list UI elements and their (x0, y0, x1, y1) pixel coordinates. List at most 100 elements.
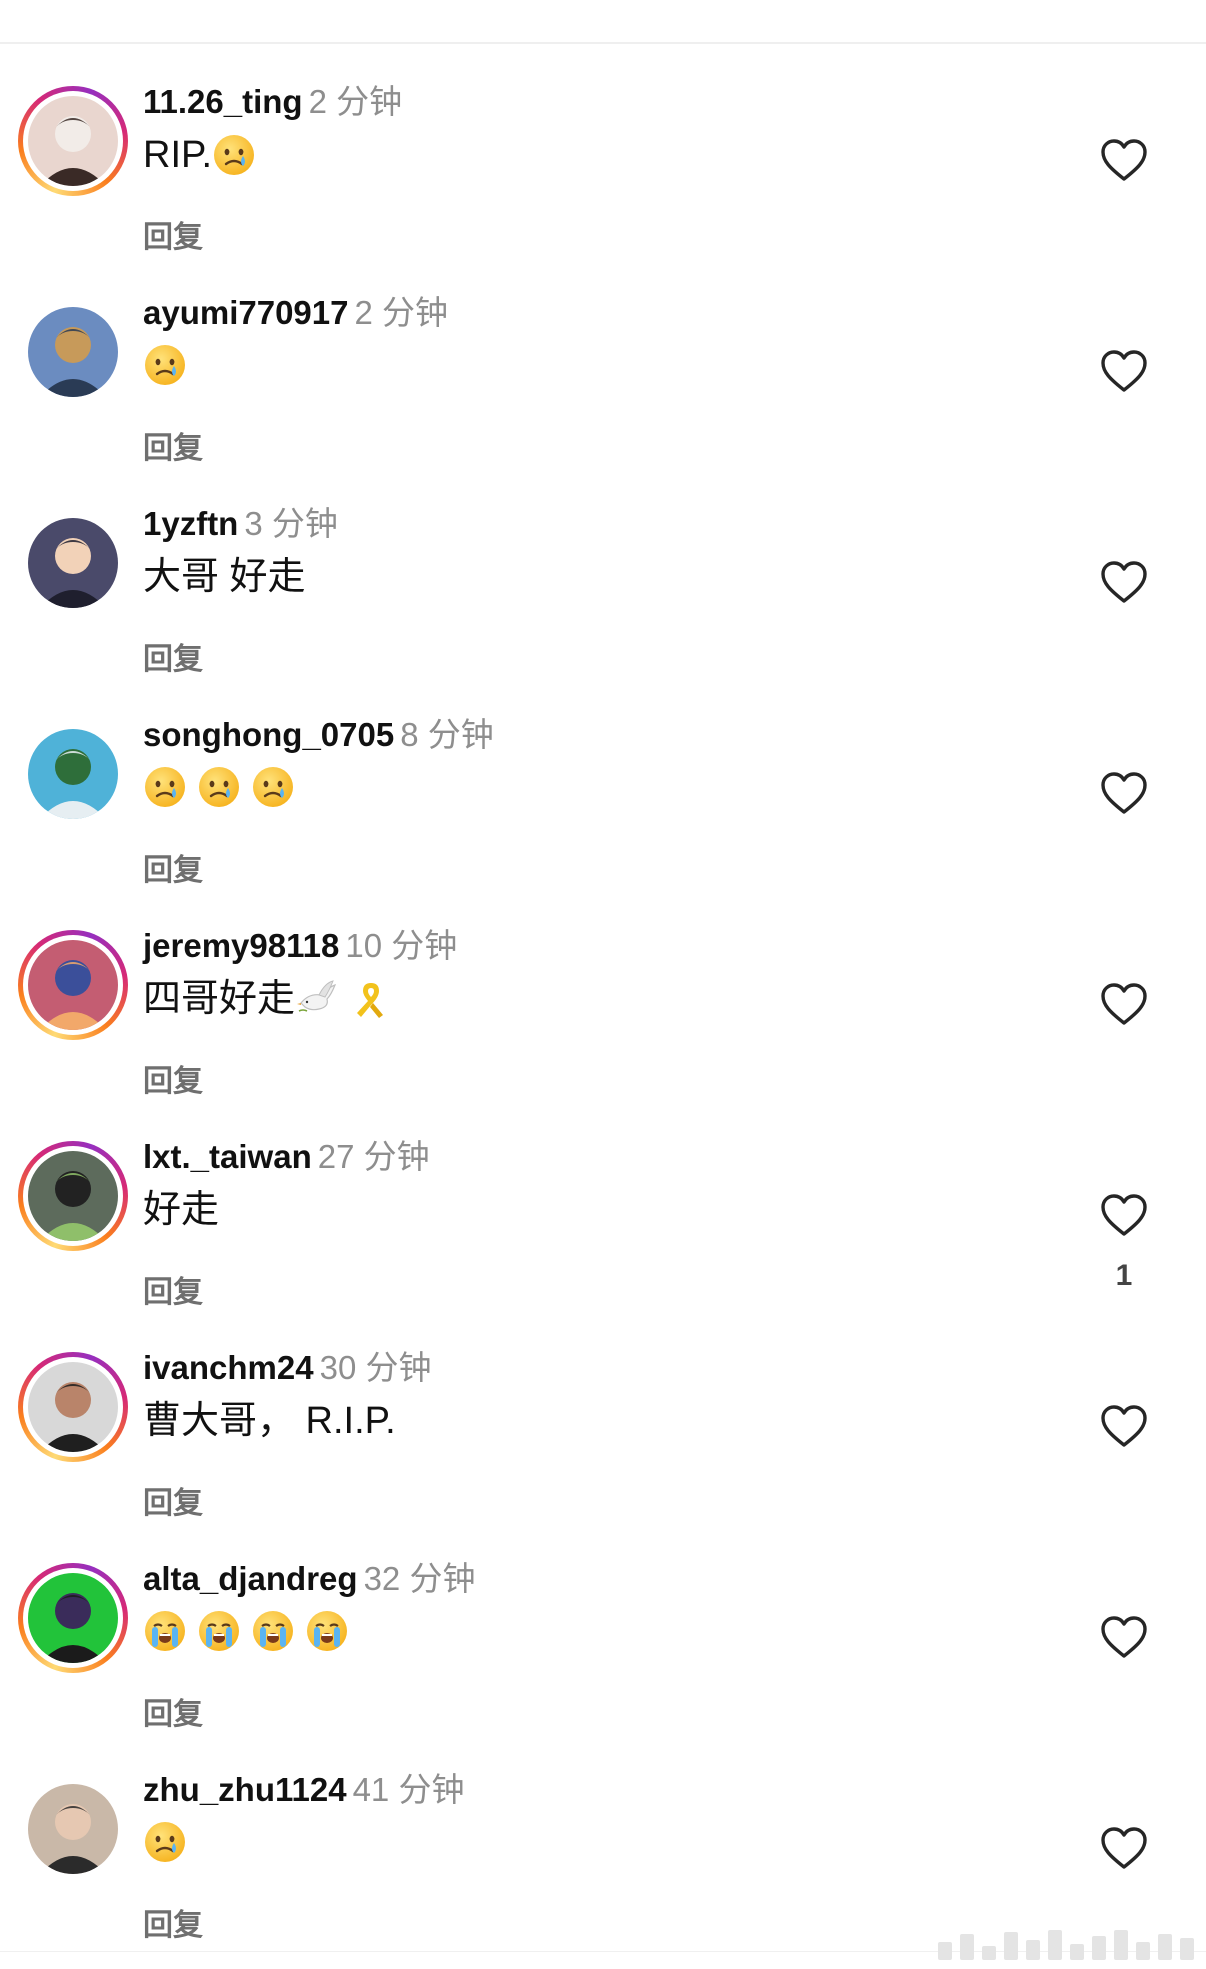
comment-text (143, 765, 494, 809)
comment-list: 11.26_ting 2 分钟 RIP. 回复 ayumi770917 2 分钟 回复 1yz… (0, 70, 1206, 1969)
like-area (1100, 1404, 1148, 1448)
username[interactable]: zhu_zhu1124 (143, 1771, 347, 1808)
avatar[interactable] (28, 1784, 118, 1874)
crying-emoji-icon (197, 765, 241, 809)
avatar-wrap[interactable] (18, 719, 128, 829)
like-area (1100, 349, 1148, 393)
loudly-crying-emoji-icon (143, 1609, 187, 1653)
username[interactable]: lxt._taiwan (143, 1138, 312, 1175)
crying-emoji-icon (251, 765, 295, 809)
comment-text (143, 343, 448, 387)
reply-button[interactable]: 回复 (143, 431, 203, 467)
avatar-wrap[interactable] (18, 508, 128, 618)
timestamp: 41 分钟 (352, 1771, 465, 1808)
username[interactable]: alta_djandreg (143, 1560, 358, 1597)
crying-emoji-icon (143, 765, 187, 809)
timestamp: 10 分钟 (345, 927, 458, 964)
heart-icon[interactable] (1100, 349, 1148, 393)
comment-text (143, 1820, 464, 1864)
avatar[interactable] (28, 1362, 118, 1452)
comment-header: ivanchm24 30 分钟 (143, 1348, 431, 1388)
username[interactable]: jeremy98118 (143, 927, 339, 964)
crying-emoji-icon (143, 343, 187, 387)
comment-header: jeremy98118 10 分钟 (143, 926, 457, 966)
like-area (1100, 982, 1148, 1026)
reply-button[interactable]: 回复 (143, 1486, 203, 1522)
avatar-wrap[interactable] (18, 297, 128, 407)
reply-button[interactable]: 回复 (143, 853, 203, 889)
avatar[interactable] (28, 940, 118, 1030)
username[interactable]: ayumi770917 (143, 294, 349, 331)
like-area (1100, 560, 1148, 604)
comment-text: 曹大哥， R.I.P. (143, 1398, 431, 1444)
comment-text-segment: 四哥好走 (143, 978, 296, 1020)
avatar[interactable] (28, 1151, 118, 1241)
avatar[interactable] (28, 729, 118, 819)
like-area (1100, 138, 1148, 182)
avatar-story-ring[interactable] (18, 86, 128, 196)
watermark (906, 1924, 1206, 1960)
comment-item: 11.26_ting 2 分钟 RIP. 回复 (0, 70, 1206, 281)
ribbon-emoji-icon (349, 977, 393, 1021)
avatar[interactable] (28, 307, 118, 397)
comment-item: ivanchm24 30 分钟 曹大哥， R.I.P. 回复 (0, 1336, 1206, 1547)
username[interactable]: 1yzftn (143, 505, 238, 542)
heart-icon[interactable] (1100, 1615, 1148, 1659)
comment-item: songhong_0705 8 分钟回复 (0, 703, 1206, 914)
like-count[interactable]: 1 (1100, 1259, 1148, 1293)
comment-header: 1yzftn 3 分钟 (143, 504, 338, 544)
comment-text-segment: 大哥 好走 (143, 556, 306, 598)
comment-item: alta_djandreg 32 分钟 回复 (0, 1547, 1206, 1758)
reply-button[interactable]: 回复 (143, 1064, 203, 1100)
comment-header: lxt._taiwan 27 分钟 (143, 1137, 430, 1177)
heart-icon[interactable] (1100, 982, 1148, 1026)
avatar-story-ring[interactable] (18, 930, 128, 1040)
comment-header: ayumi770917 2 分钟 (143, 293, 448, 333)
comment-body: alta_djandreg 32 分钟 回复 (143, 1559, 475, 1731)
heart-icon[interactable] (1100, 560, 1148, 604)
comment-item: jeremy98118 10 分钟 四哥好走 回复 (0, 914, 1206, 1125)
avatar-story-ring[interactable] (18, 1141, 128, 1251)
timestamp: 8 分钟 (400, 716, 494, 753)
username[interactable]: ivanchm24 (143, 1349, 314, 1386)
heart-icon[interactable] (1100, 1826, 1148, 1870)
avatar[interactable] (28, 518, 118, 608)
username[interactable]: 11.26_ting (143, 83, 303, 120)
comment-body: songhong_0705 8 分钟回复 (143, 715, 494, 887)
avatar[interactable] (28, 96, 118, 186)
reply-button[interactable]: 回复 (143, 220, 203, 256)
loudly-crying-emoji-icon (305, 1609, 349, 1653)
timestamp: 27 分钟 (317, 1138, 430, 1175)
loudly-crying-emoji-icon (197, 1609, 241, 1653)
heart-icon[interactable] (1100, 771, 1148, 815)
comment-text: 大哥 好走 (143, 554, 338, 600)
reply-button[interactable]: 回复 (143, 1697, 203, 1733)
reply-button[interactable]: 回复 (143, 1275, 203, 1311)
heart-icon[interactable] (1100, 1193, 1148, 1237)
timestamp: 2 分钟 (354, 294, 449, 331)
like-area (1100, 1615, 1148, 1659)
reply-button[interactable]: 回复 (143, 642, 203, 678)
reply-button[interactable]: 回复 (143, 1908, 203, 1944)
comment-text (143, 1609, 475, 1653)
crying-emoji-icon (212, 133, 256, 177)
username[interactable]: songhong_0705 (143, 716, 394, 753)
comment-text-segment: 好走 (143, 1189, 220, 1231)
comment-header: songhong_0705 8 分钟 (143, 715, 494, 755)
crying-emoji-icon (143, 1820, 187, 1864)
like-area (1100, 1826, 1148, 1870)
avatar-wrap[interactable] (18, 1774, 128, 1884)
comment-text-segment: 曹大哥， R.I.P. (143, 1400, 396, 1442)
heart-icon[interactable] (1100, 138, 1148, 182)
heart-icon[interactable] (1100, 1404, 1148, 1448)
comment-header: 11.26_ting 2 分钟 (143, 82, 402, 122)
dove-emoji-icon (295, 977, 339, 1021)
timestamp: 2 分钟 (308, 83, 403, 120)
avatar-story-ring[interactable] (18, 1563, 128, 1673)
comment-body: lxt._taiwan 27 分钟 好走 回复 (143, 1137, 430, 1309)
comment-item: lxt._taiwan 27 分钟 好走 回复 1 (0, 1125, 1206, 1336)
avatar-story-ring[interactable] (18, 1352, 128, 1462)
comment-item: ayumi770917 2 分钟回复 (0, 281, 1206, 492)
avatar[interactable] (28, 1573, 118, 1663)
comment-body: jeremy98118 10 分钟 四哥好走 回复 (143, 926, 457, 1098)
